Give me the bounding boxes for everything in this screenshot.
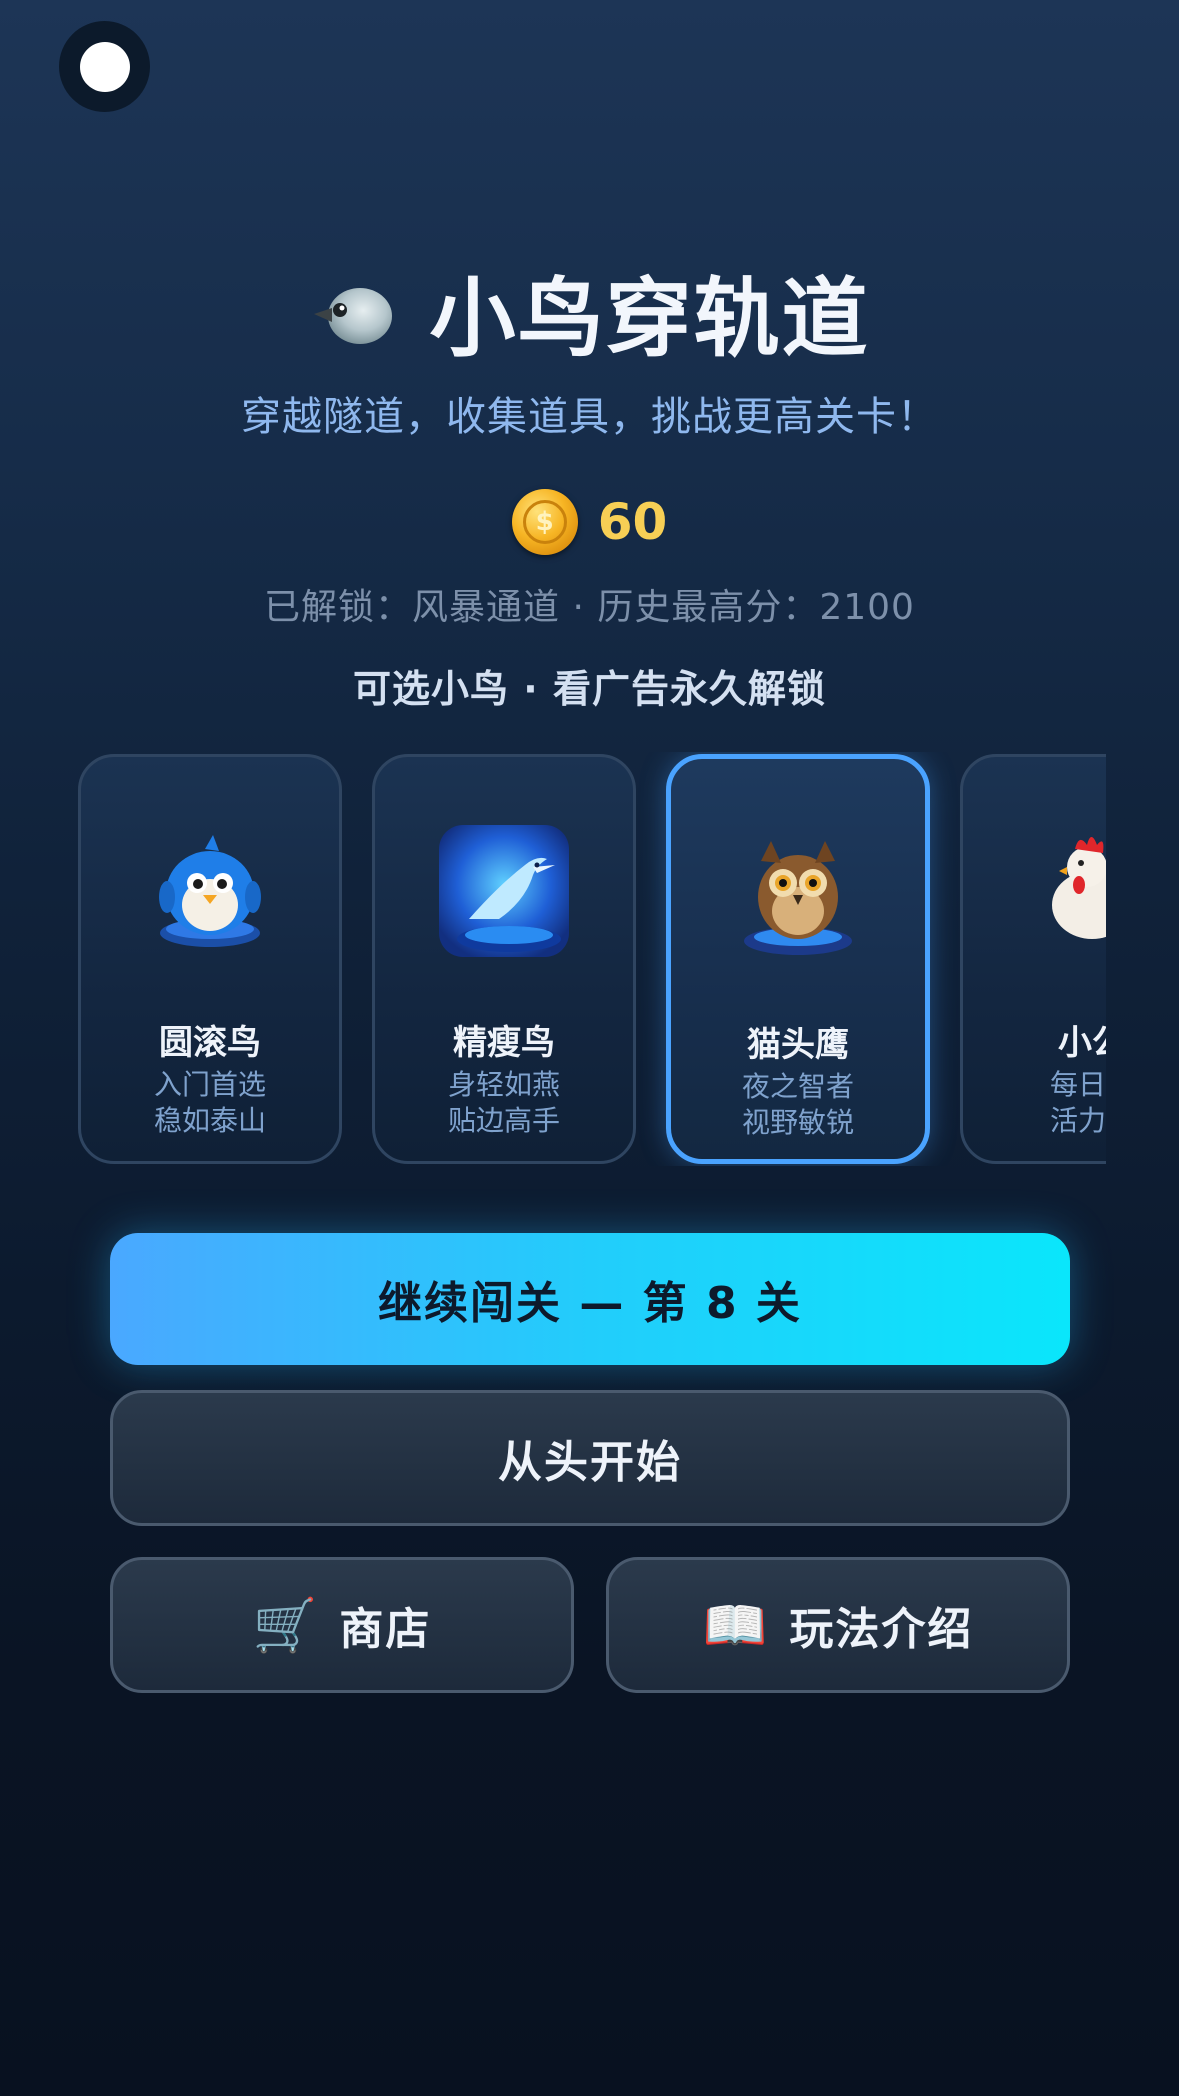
coin-icon: $ [511, 489, 578, 555]
pigeon-icon [313, 288, 392, 344]
bird-desc-line1: 入门首选 [153, 1068, 266, 1101]
bird-select-title: 可选小鸟 · 看广告永久解锁 [353, 667, 826, 711]
bird-card[interactable]: 小公 每日打 活力四 [960, 754, 1106, 1164]
progress-status: 已解锁：风暴通道 · 历史最高分：2100 [264, 587, 915, 628]
bird-card-selected[interactable]: 猫头鹰 夜之智者 视野敏锐 [666, 754, 930, 1164]
bird-desc-line2: 活力四 [1049, 1104, 1106, 1137]
owl-icon [744, 841, 852, 955]
round-blue-bird-icon [159, 835, 261, 947]
menu-toggle-button[interactable] [59, 21, 150, 112]
toggle-dot-icon [79, 41, 130, 92]
title-row: 小鸟穿轨道 [0, 255, 1179, 369]
coin-balance: $ 60 [0, 488, 1179, 556]
guide-button-label: 玩法介绍 [789, 1604, 974, 1655]
bird-desc-line2: 视野敏锐 [741, 1106, 854, 1139]
bird-card[interactable]: 圆滚鸟 入门首选 稳如泰山 [78, 754, 342, 1164]
page-title: 小鸟穿轨道 [429, 268, 870, 369]
restart-button[interactable]: 从头开始 [110, 1390, 1070, 1526]
bird-name: 圆滚鸟 [159, 1023, 261, 1063]
bird-desc-line1: 每日打 [1049, 1068, 1106, 1101]
bird-desc-line1: 身轻如燕 [447, 1068, 560, 1101]
bird-name: 猫头鹰 [747, 1025, 849, 1065]
bird-carousel[interactable]: 圆滚鸟 入门首选 稳如泰山 精瘦鸟 身轻如燕 贴边高手 猫头鹰 夜之智者 视野敏… [78, 752, 1106, 1166]
rooster-icon [1052, 837, 1106, 939]
open-book-icon: 📖 [702, 1595, 770, 1656]
bird-desc-line1: 夜之智者 [741, 1070, 854, 1103]
slim-glowing-bird-icon [439, 825, 569, 957]
shopping-cart-icon: 🛒 [252, 1595, 320, 1656]
bird-name: 精瘦鸟 [453, 1023, 555, 1063]
shop-button[interactable]: 🛒 商店 [110, 1557, 574, 1693]
shop-button-label: 商店 [339, 1604, 432, 1655]
guide-button[interactable]: 📖 玩法介绍 [606, 1557, 1070, 1693]
coin-symbol: $ [522, 500, 567, 544]
page-subtitle: 穿越隧道，收集道具，挑战更高关卡！ [241, 394, 938, 440]
bird-desc-line2: 稳如泰山 [153, 1104, 266, 1137]
continue-level-button[interactable]: 继续闯关 — 第 8 关 [110, 1233, 1070, 1365]
coin-count: 60 [597, 493, 668, 551]
bird-desc-line2: 贴边高手 [447, 1104, 560, 1137]
bird-card[interactable]: 精瘦鸟 身轻如燕 贴边高手 [372, 754, 636, 1164]
bird-name: 小公 [1058, 1023, 1106, 1063]
